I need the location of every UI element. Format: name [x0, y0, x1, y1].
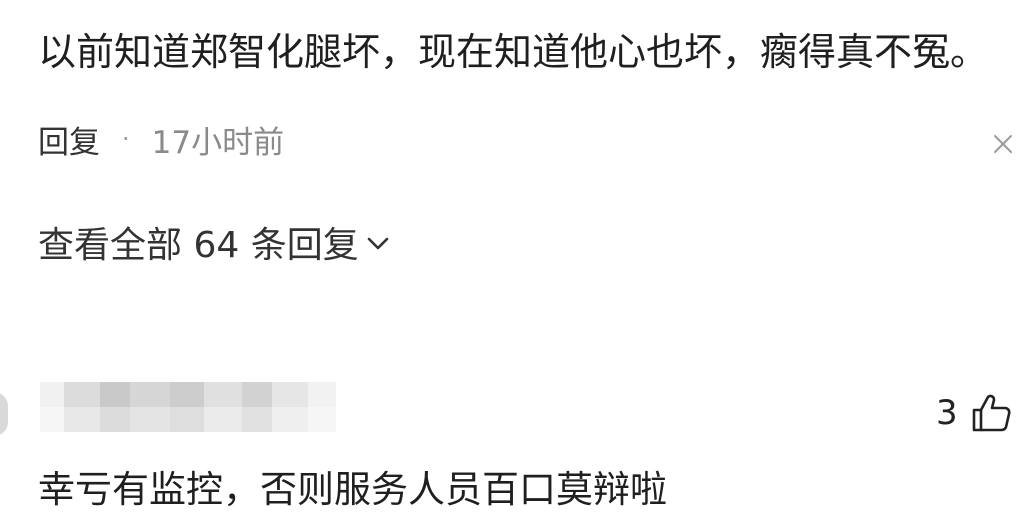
username-blurred[interactable]	[40, 382, 336, 432]
avatar[interactable]	[0, 392, 8, 436]
view-all-replies-label: 查看全部 64 条回复	[38, 225, 359, 266]
like-count: 3	[936, 393, 958, 433]
comment-text: 幸亏有监控，否则服务人员百口莫辩啦	[38, 468, 667, 511]
meta-separator: ·	[122, 125, 130, 153]
like-button[interactable]: 3	[936, 388, 1012, 438]
comment-text: 以前知道郑智化腿坏，现在知道他心也坏，瘸得真不冤。	[38, 30, 989, 74]
comment-timestamp: 17小时前	[151, 124, 285, 161]
thumbs-up-icon	[972, 394, 1011, 432]
view-all-replies-button[interactable]: 查看全部 64 条回复	[38, 216, 391, 268]
chevron-down-icon	[367, 237, 389, 250]
reply-button[interactable]: 回复	[38, 117, 100, 162]
comment-meta: 回复 · 17小时前	[38, 117, 285, 162]
close-icon[interactable]	[990, 131, 1016, 157]
